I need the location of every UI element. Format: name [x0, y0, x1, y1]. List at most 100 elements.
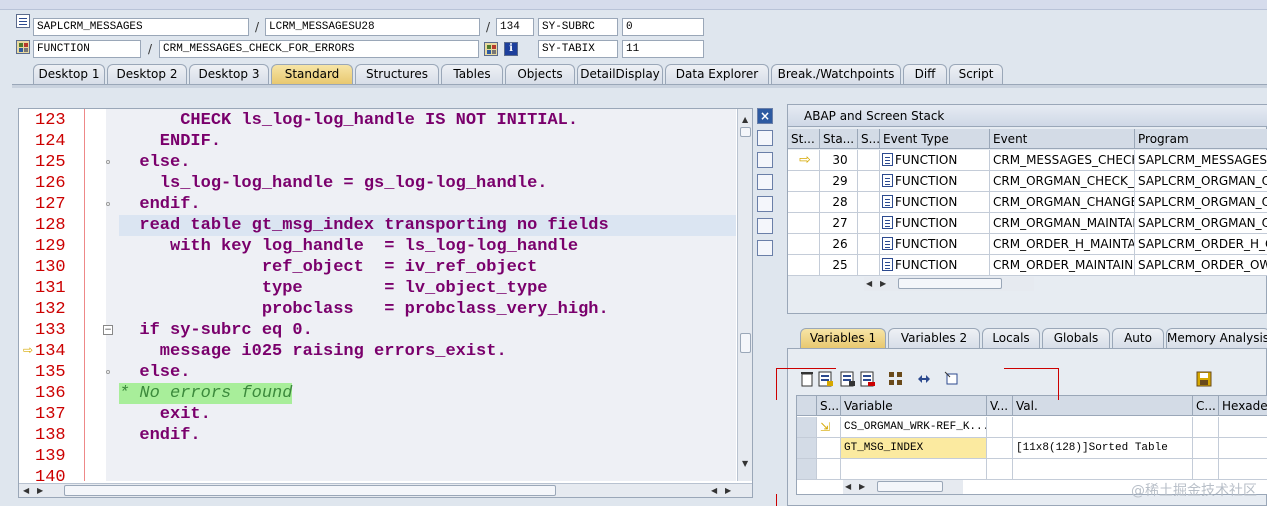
variable-value-cell[interactable]	[1013, 417, 1193, 438]
source-code-editor[interactable]: 123 CHECK ls_log-log_handle IS NOT INITI…	[18, 108, 753, 498]
var-tab-variables-1[interactable]: Variables 1	[800, 328, 886, 348]
save-vars-icon[interactable]	[840, 371, 856, 387]
replace-tool-icon[interactable]	[757, 152, 773, 168]
variable-value-cell[interactable]	[1013, 459, 1193, 480]
new-tool-icon[interactable]	[757, 130, 773, 146]
scroll-right-small-icon[interactable]: ▶	[37, 486, 43, 495]
variable-value-cell[interactable]: [11x8(128)]Sorted Table	[1013, 438, 1193, 459]
editor-toolbar: ×	[757, 108, 775, 258]
tab-desktop-3[interactable]: Desktop 3	[189, 64, 269, 84]
program-field[interactable]: SAPLCRM_MESSAGES	[33, 18, 249, 36]
variable-column-header[interactable]: S...	[817, 396, 841, 416]
scroll-left-icon[interactable]: ◀	[866, 279, 872, 288]
scroll-down-icon[interactable]: ▼	[742, 459, 748, 468]
scroll-thumb[interactable]	[740, 127, 751, 137]
stack-event[interactable]: CRM_ORGMAN_CHANGE...	[990, 192, 1135, 213]
editor-horizontal-scrollbar[interactable]: ◀ ▶ ◀ ▶	[19, 483, 752, 497]
tab-tables[interactable]: Tables	[441, 64, 503, 84]
stack-event[interactable]: CRM_ORDER_MAINTAIN...	[990, 255, 1135, 276]
tab-data-explorer[interactable]: Data Explorer	[665, 64, 769, 84]
function-icon	[16, 40, 30, 54]
close-icon[interactable]: ×	[757, 108, 773, 124]
stack-column-header[interactable]: Event Type	[880, 129, 990, 149]
row-selector[interactable]	[797, 438, 817, 459]
stack-event[interactable]: CRM_ORDER_H_MAINTA...	[990, 234, 1135, 255]
settings-tool-icon[interactable]	[757, 240, 773, 256]
tab-script[interactable]: Script	[949, 64, 1003, 84]
stack-event[interactable]: CRM_MESSAGES_CHECK...	[990, 150, 1135, 171]
swap-icon[interactable]	[757, 196, 773, 212]
var-tab-auto[interactable]: Auto	[1112, 328, 1164, 348]
variable-column-header[interactable]: C...	[1193, 396, 1219, 416]
delete-icon[interactable]	[800, 371, 816, 387]
function-name-field[interactable]: CRM_MESSAGES_CHECK_FOR_ERRORS	[159, 40, 479, 58]
stack-level: 30	[820, 150, 858, 171]
stack-horizontal-scrollbar[interactable]: ◀ ▶	[864, 277, 1034, 291]
tab-detaildisplay[interactable]: DetailDisplay	[577, 64, 663, 84]
variable-column-header[interactable]: Variable	[841, 396, 987, 416]
row-selector[interactable]	[797, 417, 817, 438]
tab-objects[interactable]: Objects	[505, 64, 575, 84]
variable-column-header[interactable]: Hexadec	[1219, 396, 1267, 416]
stack-column-header[interactable]: S...	[858, 129, 880, 149]
include-field[interactable]: LCRM_MESSAGESU28	[265, 18, 480, 36]
var-tab-memory-analysis[interactable]: Memory Analysis	[1166, 328, 1267, 348]
scroll-right-icon[interactable]: ▶	[880, 279, 886, 288]
sysvar1-name-field[interactable]: SY-SUBRC	[538, 18, 618, 36]
stack-event[interactable]: CRM_ORGMAN_CHECK_O...	[990, 171, 1135, 192]
object-list-icon[interactable]	[484, 42, 498, 56]
tab-diff[interactable]: Diff	[903, 64, 947, 84]
stack-column-header[interactable]: Sta...	[820, 129, 858, 149]
tab-break-watchpoints[interactable]: Break./Watchpoints	[771, 64, 901, 84]
code-line: 134 message i025 raising errors_exist. ⇨	[19, 341, 739, 362]
tree-icon[interactable]	[888, 371, 904, 387]
scroll-right-icon[interactable]: ▶	[725, 486, 731, 495]
stack-column-header[interactable]: Event	[990, 129, 1135, 149]
scroll-right-icon[interactable]: ▶	[859, 482, 865, 491]
stack-scroll-thumb[interactable]	[898, 278, 1002, 289]
save-icon[interactable]	[1196, 371, 1212, 387]
stack-program: SAPLCRM_ORGMAN_OW	[1135, 213, 1267, 234]
variables-horizontal-scrollbar[interactable]: ◀ ▶	[843, 480, 963, 494]
variable-column-header[interactable]: Val.	[1013, 396, 1193, 416]
sysvar2-value-field[interactable]: 11	[622, 40, 704, 58]
tab-desktop-2[interactable]: Desktop 2	[107, 64, 187, 84]
maximize-icon[interactable]	[757, 174, 773, 190]
tab-structures[interactable]: Structures	[355, 64, 439, 84]
var-tab-variables-2[interactable]: Variables 2	[888, 328, 980, 348]
line-field[interactable]: 134	[496, 18, 534, 36]
headset-icon[interactable]	[757, 218, 773, 234]
editor-vertical-scrollbar[interactable]: ▲ ▼	[737, 109, 752, 481]
tab-desktop-1[interactable]: Desktop 1	[33, 64, 105, 84]
fold-toggle-icon[interactable]: −	[103, 325, 113, 335]
stack-program: SAPLCRM_ORDER_OW	[1135, 255, 1267, 276]
scroll-position-handle[interactable]	[740, 333, 751, 353]
stack-column-header[interactable]: St...	[788, 129, 820, 149]
line-number: 126	[35, 174, 66, 193]
scroll-left-icon[interactable]: ◀	[845, 482, 851, 491]
variables-scroll-thumb[interactable]	[877, 481, 943, 492]
var-tab-globals[interactable]: Globals	[1042, 328, 1110, 348]
row-selector[interactable]	[797, 459, 817, 480]
move-icon[interactable]	[916, 371, 932, 387]
tab-standard[interactable]: Standard	[271, 64, 353, 84]
horizontal-scroll-thumb[interactable]	[64, 485, 556, 496]
load-vars-icon[interactable]	[818, 371, 834, 387]
variable-column-header[interactable]: V...	[987, 396, 1013, 416]
sysvar2-name-field[interactable]: SY-TABIX	[538, 40, 618, 58]
scroll-up-icon[interactable]: ▲	[742, 115, 748, 124]
stack-column-header[interactable]: Program	[1135, 129, 1267, 149]
var-tab-locals[interactable]: Locals	[982, 328, 1040, 348]
scroll-left2-icon[interactable]: ◀	[711, 486, 717, 495]
select-icon[interactable]	[944, 371, 960, 387]
info-icon[interactable]: i	[504, 42, 518, 56]
variable-name-cell[interactable]: GT_MSG_INDEX	[841, 438, 987, 459]
type-field[interactable]: FUNCTION	[33, 40, 141, 58]
scroll-left-icon[interactable]: ◀	[23, 486, 29, 495]
sysvar1-value-field[interactable]: 0	[622, 18, 704, 36]
delete-vars-icon[interactable]	[860, 371, 876, 387]
variable-name-cell[interactable]	[841, 459, 987, 480]
stack-event[interactable]: CRM_ORGMAN_MAINTAI...	[990, 213, 1135, 234]
separator: /	[255, 20, 260, 34]
variable-name-cell[interactable]: CS_ORGMAN_WRK-REF_K...	[841, 417, 987, 438]
